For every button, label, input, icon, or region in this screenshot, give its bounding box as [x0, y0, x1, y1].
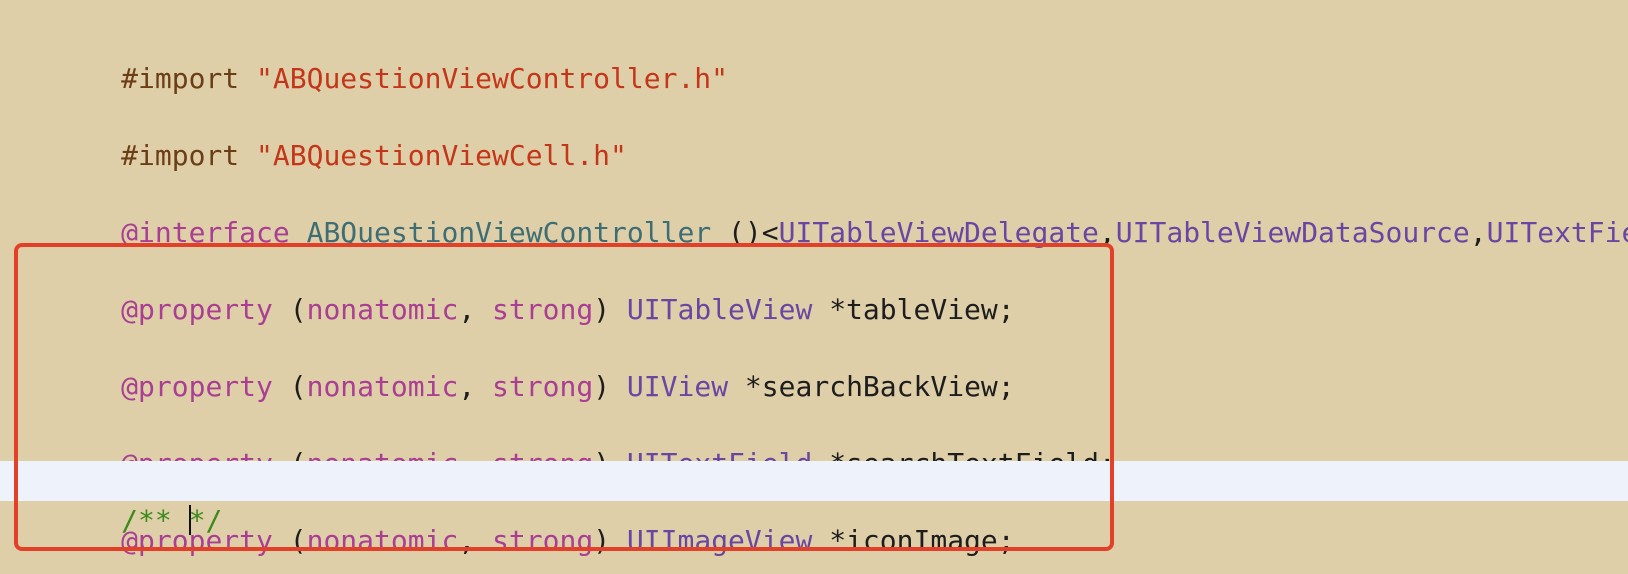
keyword: nonatomic	[306, 293, 459, 326]
punctuation: (	[272, 370, 307, 403]
keyword: strong	[492, 370, 594, 403]
keyword: nonatomic	[306, 524, 459, 557]
punctuation: (	[272, 293, 307, 326]
code-text: @property (nonatomic, strong) UIImageVie…	[20, 481, 1015, 574]
punctuation: )	[593, 293, 627, 326]
code-line-property-searchbackview[interactable]: @property (nonatomic, strong) UIView *se…	[0, 327, 1628, 403]
identifier: *searchBackView;	[728, 370, 1015, 403]
protocol-name: UITextFieldDelegate	[1486, 216, 1628, 249]
code-line-import-1[interactable]: #import "ABQuestionViewController.h"	[0, 19, 1628, 95]
keyword: @property	[121, 524, 273, 557]
identifier: *tableView;	[812, 293, 1015, 326]
code-line-property-tableview[interactable]: @property (nonatomic, strong) UITableVie…	[0, 250, 1628, 326]
class-name: ABQuestionViewController	[306, 216, 712, 249]
identifier: *iconImage;	[812, 524, 1015, 557]
punctuation: ,	[458, 370, 493, 403]
type-name: UIImageView	[626, 524, 813, 557]
keyword: @interface	[121, 216, 290, 249]
keyword: @property	[121, 370, 273, 403]
punctuation: )	[593, 370, 627, 403]
keyword: strong	[492, 293, 594, 326]
keyword: nonatomic	[306, 370, 459, 403]
code-line-property-iconimage[interactable]: @property (nonatomic, strong) UIImageVie…	[0, 481, 1628, 557]
keyword: @property	[121, 293, 273, 326]
preprocessor-directive: #import	[121, 139, 257, 172]
punctuation: (	[272, 524, 307, 557]
punctuation	[290, 216, 307, 249]
string-literal: "ABQuestionViewCell.h"	[256, 139, 627, 172]
punctuation: ,	[458, 524, 493, 557]
code-line-interface[interactable]: @interface ABQuestionViewController ()<U…	[0, 173, 1628, 249]
protocol-name: UITableViewDataSource	[1115, 216, 1470, 249]
string-literal: "ABQuestionViewController.h"	[256, 62, 729, 95]
preprocessor-directive: #import	[121, 62, 257, 95]
punctuation: ,	[1098, 216, 1116, 249]
punctuation: )	[593, 524, 627, 557]
punctuation: ,	[458, 293, 493, 326]
code-line-property-searchtextfield[interactable]: @property (nonatomic, strong) UITextFiel…	[0, 404, 1628, 480]
code-editor[interactable]: #import "ABQuestionViewController.h" #im…	[0, 0, 1628, 574]
keyword: strong	[492, 524, 594, 557]
punctuation: ,	[1469, 216, 1487, 249]
type-name: UITableView	[626, 293, 813, 326]
code-line-import-2[interactable]: #import "ABQuestionViewCell.h"	[0, 96, 1628, 172]
punctuation: ()<	[711, 216, 779, 249]
protocol-name: UITableViewDelegate	[778, 216, 1099, 249]
type-name: UIView	[626, 370, 729, 403]
